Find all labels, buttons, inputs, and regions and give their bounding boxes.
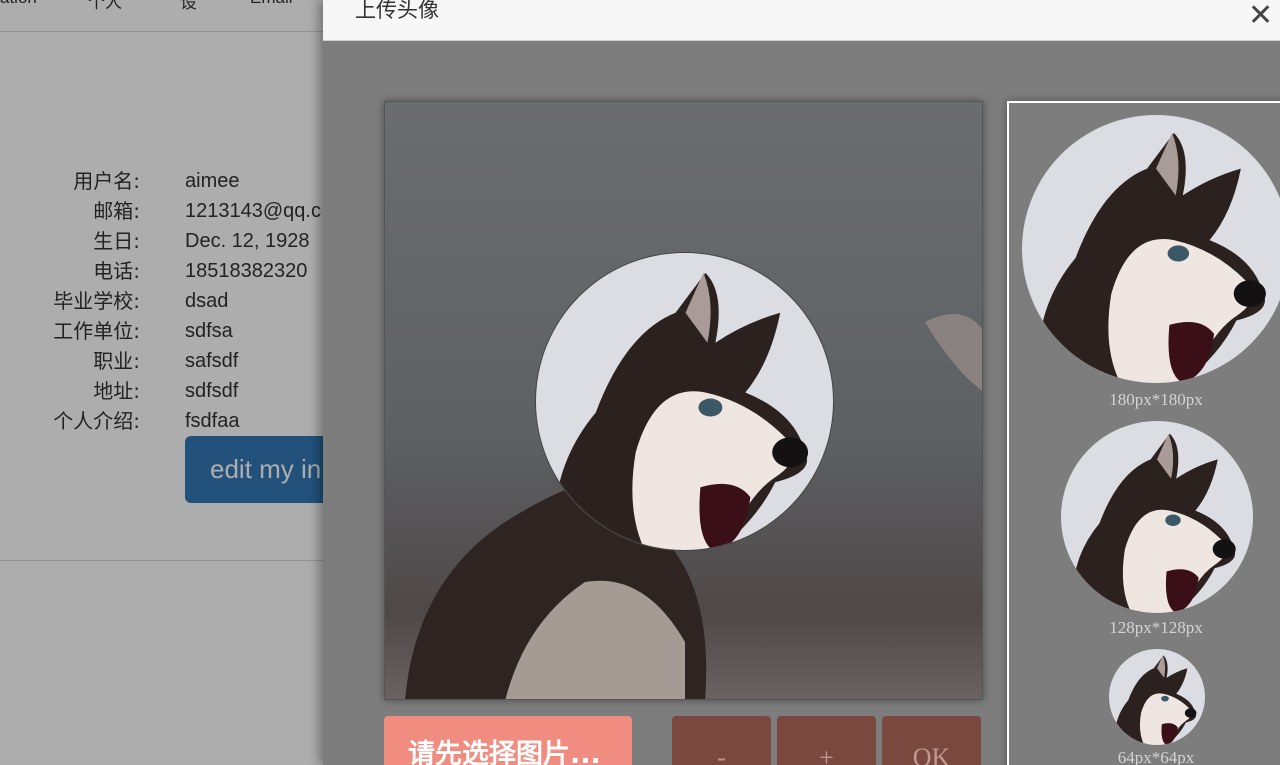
dog-photo-preview [1022,115,1280,383]
zoom-in-button[interactable]: + [777,716,876,765]
choose-image-button[interactable]: 请先选择图片... [384,716,632,765]
crop-area[interactable] [384,101,983,700]
crop-selection-circle[interactable] [535,252,834,551]
preview-size-label: 64px*64px [1117,748,1195,765]
modal-header: 上传头像 ✕ [323,0,1280,41]
upload-avatar-modal: 上传头像 ✕ 180px*180px 128px*128px 64px*64px… [323,0,1280,765]
dog-photo-crop [536,253,833,550]
preview-size-label: 180px*180px [1109,390,1203,409]
modal-title: 上传头像 [355,0,439,22]
preview-size-label: 128px*128px [1109,618,1203,637]
ok-button[interactable]: OK [882,716,981,765]
preview-180 [1022,115,1280,383]
preview-64 [1109,649,1205,745]
preview-panel: 180px*180px 128px*128px 64px*64px [1007,101,1280,765]
preview-128 [1061,421,1253,613]
zoom-out-button[interactable]: - [672,716,771,765]
close-icon[interactable]: ✕ [1248,0,1273,33]
dog-photo-preview [1061,421,1253,613]
dog-photo-preview [1109,649,1205,745]
